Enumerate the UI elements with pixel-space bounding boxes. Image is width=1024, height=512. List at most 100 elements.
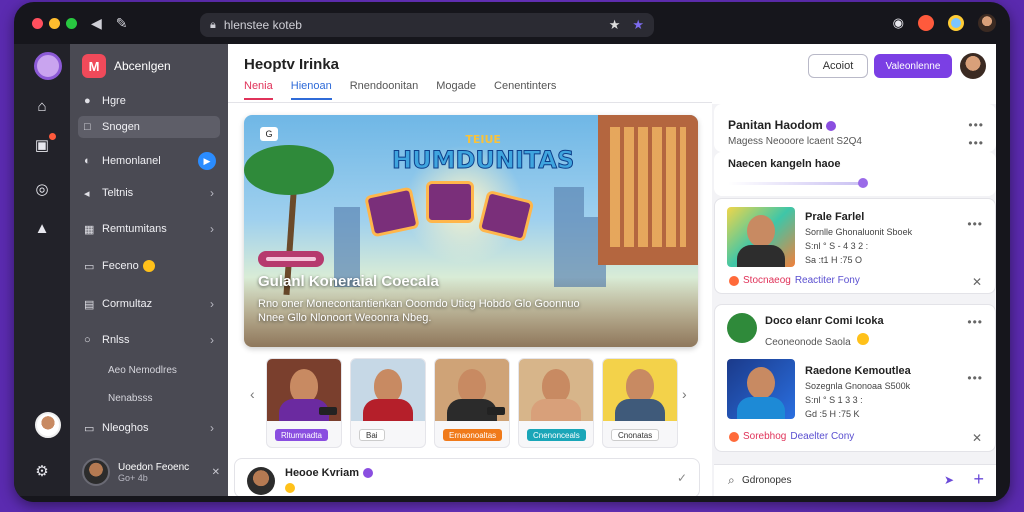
add-icon[interactable]: + <box>973 469 984 490</box>
notification-badge-icon[interactable] <box>918 15 934 31</box>
close-icon[interactable]: ✕ <box>212 467 220 478</box>
hero-banner[interactable]: G TEIUE HUMDUNITAS Gulanl Koneraial Coec… <box>244 115 698 347</box>
more-icon[interactable]: ••• <box>967 315 983 329</box>
camera-icon[interactable]: ◉ <box>893 15 904 31</box>
extension-icon[interactable]: ★ <box>632 17 644 33</box>
url-text[interactable]: hlenstee koteb <box>224 18 302 32</box>
sidebar-item-label: Remtumitans <box>102 223 167 235</box>
app-logo-icon[interactable] <box>34 52 62 80</box>
thumb-tag: Ernaonoaltas <box>443 429 503 441</box>
sidebar-item-0[interactable]: ● Hgre <box>78 90 220 112</box>
rec-badge <box>319 407 337 415</box>
more-icon[interactable]: ••• <box>967 371 983 385</box>
thumbnail-card[interactable]: Cnonatas <box>602 358 678 448</box>
calendar-icon: ▭ <box>84 422 95 435</box>
library-icon[interactable]: ▲ <box>14 220 70 237</box>
device-bottom-bezel <box>14 496 1010 502</box>
sidebar-item-label: Snogen <box>102 121 140 133</box>
sidebar-brand[interactable]: M Abcenlgen <box>82 54 171 78</box>
post-card[interactable]: Heooe Kvriam ✓ <box>234 458 700 498</box>
thumbnail-card[interactable]: Cnenonceals <box>518 358 594 448</box>
thumb-tag: Bai <box>359 429 385 441</box>
progress-slider[interactable] <box>728 178 868 188</box>
send-icon[interactable]: ➤ <box>944 473 954 487</box>
toolbar-actions: ◉ <box>893 14 996 32</box>
feature-line: Gd :5 H :75 K <box>805 409 860 419</box>
tab-bar: Nenia Hienoan Rnendoonitan Mogade Cenent… <box>244 80 556 100</box>
primary-button[interactable]: Valeonlenne <box>874 54 952 78</box>
chevron-right-icon: › <box>210 297 214 311</box>
feature-footer[interactable]: Stocnaeog Reactiter Fony <box>729 275 860 286</box>
sidebar-subitem-8[interactable]: Aeo Nemodlres <box>78 359 220 381</box>
close-dot[interactable] <box>32 17 43 29</box>
sidebar-item-10[interactable]: ▭ Nleoghos › <box>78 417 220 439</box>
thumbnail-card[interactable]: Rltumnadta <box>266 358 342 448</box>
sidebar-item-label: Rnlss <box>102 334 130 346</box>
maximize-dot[interactable] <box>66 17 77 29</box>
more-icon[interactable]: ••• <box>967 217 983 231</box>
inbox-icon[interactable]: ▣ <box>14 133 70 154</box>
sidebar-item-3[interactable]: ◂ Teltnis › <box>78 182 220 204</box>
back-icon[interactable]: ◀ <box>91 15 102 32</box>
brand-name: Abcenlgen <box>114 59 171 73</box>
chat-icon[interactable]: ◎ <box>14 180 70 198</box>
sidebar-item-7[interactable]: ○ Rnlss › <box>78 329 220 351</box>
chevron-right-icon: › <box>210 222 214 236</box>
tab-4[interactable]: Cenentinters <box>494 80 556 100</box>
settings-icon[interactable]: ⚙ <box>14 462 70 480</box>
header-avatar[interactable] <box>960 53 986 79</box>
sidebar-item-label: Nenabsss <box>108 392 153 404</box>
sidebar-item-label: Aeo Nemodlres <box>108 364 177 376</box>
thumbnail-card[interactable]: Bai <box>350 358 426 448</box>
pin-icon[interactable]: ✎ <box>116 15 128 32</box>
close-icon[interactable]: ✕ <box>972 275 983 289</box>
lock-icon: 🔒︎ <box>210 18 216 31</box>
theme-icon[interactable] <box>948 15 964 31</box>
tab-3[interactable]: Mogade <box>436 80 476 100</box>
square-icon: □ <box>84 121 91 133</box>
sidebar-item-1[interactable]: □ Snogen <box>78 116 220 138</box>
sidebar-item-6[interactable]: ▤ Cormultaz › <box>78 293 220 315</box>
thumb-tag: Rltumnadta <box>275 429 328 441</box>
info-card: Panitan Haodom Magess Neooore lcaent S2Q… <box>714 104 996 152</box>
groups-search-row[interactable]: ⌕ Gdronopes ➤ + <box>714 464 996 496</box>
feature-card[interactable]: Prale Farlel Sornlle Ghonaluonit Sboek S… <box>714 198 996 294</box>
feature-footer[interactable]: Sorebhog Deaelter Cony <box>729 431 854 442</box>
check-icon[interactable]: ✓ <box>677 471 687 485</box>
profile-avatar[interactable] <box>978 14 996 32</box>
thumbnail-card[interactable]: Ernaonoaltas <box>434 358 510 448</box>
rail-avatar[interactable] <box>35 412 61 438</box>
sidebar-user[interactable]: Uoedon Feoenc Go+ 4b ✕ <box>82 458 220 486</box>
address-bar[interactable]: 🔒︎ hlenstee koteb ★ ★ <box>200 13 654 37</box>
live-play-icon[interactable]: ▶ <box>198 152 216 170</box>
hero-title: Gulanl Koneraial Coecala <box>258 273 439 290</box>
sidebar-item-4[interactable]: ▦ Remtumitans › <box>78 218 220 240</box>
close-icon[interactable]: ✕ <box>972 431 983 445</box>
thumb-face <box>458 369 486 403</box>
tab-2[interactable]: Rnendoonitan <box>350 80 419 100</box>
sidebar-item-2[interactable]: ◐ Hemonlanel ▶ <box>78 150 220 172</box>
home-icon[interactable]: ⌂ <box>14 98 70 115</box>
thumb-face <box>542 369 570 403</box>
chevron-right-icon: › <box>210 186 214 200</box>
emoji-icon <box>857 333 870 345</box>
grid-icon: ▦ <box>84 223 95 236</box>
sidebar-item-label: Teltnis <box>102 187 134 199</box>
tab-1[interactable]: Hienoan <box>290 80 332 100</box>
more-icon[interactable]: ••• <box>968 136 984 150</box>
sidebar-item-label: Hgre <box>102 95 126 107</box>
chevron-left-icon[interactable]: ‹ <box>250 386 255 402</box>
more-icon[interactable]: ••• <box>968 118 984 132</box>
chevron-right-icon[interactable]: › <box>682 386 687 402</box>
card1-label: Naecen kangeln haoe <box>728 158 841 170</box>
minimize-dot[interactable] <box>49 17 60 29</box>
slider-knob[interactable] <box>858 178 868 188</box>
tab-0[interactable]: Nenia <box>244 80 273 100</box>
sidebar-item-5[interactable]: ▭ Feceno <box>78 255 220 277</box>
bookmark-star-icon[interactable]: ★ <box>609 17 621 33</box>
brand-logo-icon: M <box>82 54 106 78</box>
feature-card[interactable]: Doco elanr Comi Icoka Ceoneonode Saola •… <box>714 304 996 452</box>
account-button[interactable]: Acoiot <box>808 54 868 78</box>
sidebar-subitem-9[interactable]: Nenabsss <box>78 387 220 409</box>
browser-toolbar: ◀ ✎ 🔒︎ hlenstee koteb ★ ★ ◉ <box>14 2 1010 44</box>
